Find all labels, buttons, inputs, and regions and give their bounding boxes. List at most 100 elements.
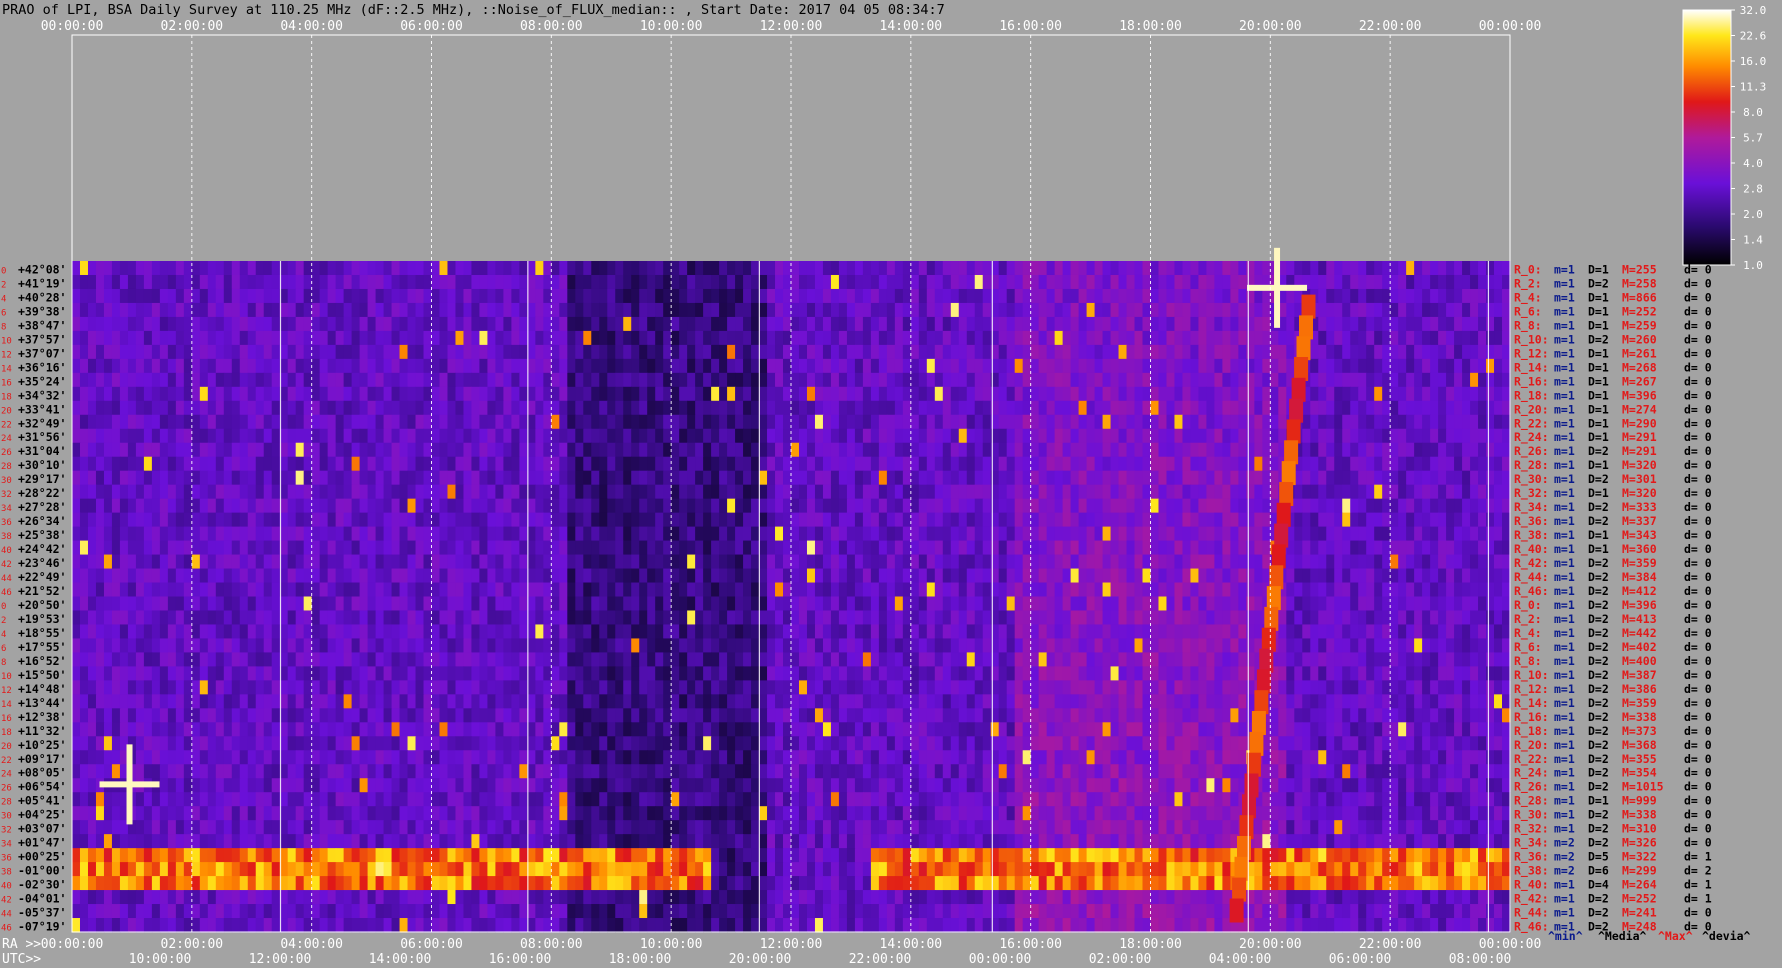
heatmap-cell [894, 624, 904, 640]
heatmap-cell [127, 610, 137, 626]
heatmap-cell [1214, 512, 1223, 528]
heatmap-cell [431, 596, 441, 612]
heatmap-cell [623, 540, 632, 556]
heatmap-cell [1262, 512, 1271, 528]
heatmap-cell [743, 302, 752, 318]
heatmap-cell [862, 288, 872, 304]
heatmap-cell [655, 372, 664, 388]
heatmap-cell [311, 316, 321, 332]
heatmap-cell [1054, 610, 1064, 626]
heatmap-cell [479, 540, 489, 556]
heatmap-cell [838, 344, 848, 360]
heatmap-cell [1062, 330, 1072, 346]
heatmap-cell [623, 414, 632, 430]
heatmap-cell [830, 330, 840, 346]
heatmap-cell [862, 400, 872, 416]
heatmap-cell [1174, 554, 1184, 570]
heatmap-cell [255, 526, 265, 542]
heatmap-cell [287, 638, 297, 654]
heatmap-cell [167, 484, 177, 500]
heatmap-cell [1470, 568, 1479, 584]
heatmap-cell [1334, 288, 1343, 304]
heatmap-cell [1390, 386, 1399, 402]
heatmap-cell [679, 344, 688, 360]
heatmap-cell [1374, 344, 1383, 360]
heatmap-cell [942, 414, 952, 430]
heatmap-cell [215, 358, 225, 374]
heatmap-cell [519, 456, 528, 472]
heatmap-cell [319, 484, 329, 500]
heatmap-cell [1222, 358, 1231, 374]
heatmap-cell [1382, 316, 1391, 332]
heatmap-cell [719, 288, 728, 304]
heatmap-cell [1454, 456, 1463, 472]
heatmap-cell [343, 288, 353, 304]
heatmap-cell [1206, 372, 1216, 388]
heatmap-cell [79, 596, 89, 612]
heatmap-cell [902, 428, 912, 444]
heatmap-cell [1262, 526, 1271, 542]
heatmap-cell [918, 344, 928, 360]
heatmap-cell [479, 624, 489, 640]
heatmap-cell [1446, 316, 1455, 332]
heatmap-cell [111, 568, 121, 584]
heatmap-cell [1030, 400, 1040, 416]
heatmap-cell [639, 610, 648, 626]
heatmap-cell [703, 470, 712, 486]
heatmap-cell [103, 414, 113, 430]
heatmap-cell [886, 526, 896, 542]
heatmap-cell [1254, 456, 1263, 472]
heatmap-cell [191, 261, 201, 276]
heatmap-cell [1366, 302, 1375, 318]
heatmap-cell [918, 442, 928, 458]
heatmap-cell [806, 400, 816, 416]
heatmap-cell [1462, 540, 1471, 556]
heatmap-cell [862, 302, 872, 318]
heatmap-cell [207, 638, 217, 654]
heatmap-cell [351, 386, 361, 402]
heatmap-cell [287, 288, 297, 304]
heatmap-cell [615, 330, 624, 346]
heatmap-cell [1446, 428, 1455, 444]
heatmap-cell [982, 582, 992, 598]
heatmap-cell [135, 316, 145, 332]
heatmap-cell [343, 582, 353, 598]
heatmap-cell [95, 274, 105, 290]
heatmap-cell [311, 624, 321, 640]
heatmap-cell [1382, 568, 1391, 584]
heatmap-cell [575, 582, 584, 598]
heatmap-cell [535, 330, 544, 346]
heatmap-cell [567, 442, 576, 458]
heatmap-cell [391, 540, 401, 556]
heatmap-cell [103, 442, 113, 458]
heatmap-cell [1030, 428, 1040, 444]
heatmap-cell [918, 582, 928, 598]
heatmap-cell [1254, 414, 1263, 430]
heatmap-cell [215, 540, 225, 556]
heatmap-cell [127, 261, 137, 276]
heatmap-cell [527, 261, 536, 276]
heatmap-cell [671, 498, 680, 514]
heatmap-cell [487, 372, 497, 388]
heatmap-cell [719, 498, 728, 514]
heatmap-cell [591, 330, 600, 346]
heatmap-cell [1350, 442, 1359, 458]
heatmap-cell [327, 624, 337, 640]
heatmap-cell [1238, 596, 1247, 612]
heatmap-cell [822, 261, 832, 276]
heatmap-cell [886, 456, 896, 472]
heatmap-cell [551, 456, 560, 472]
heatmap-cell [647, 442, 656, 458]
heatmap-cell [751, 624, 760, 640]
heatmap-cell [79, 610, 89, 626]
heatmap-cell [207, 302, 217, 318]
heatmap-cell [918, 456, 928, 472]
heatmap-cell [551, 582, 560, 598]
heatmap-cell [399, 610, 409, 626]
heatmap-cell [607, 512, 616, 528]
heatmap-cell [695, 274, 704, 290]
heatmap-cell [838, 484, 848, 500]
heatmap-cell [1502, 610, 1511, 626]
heatmap-cell [910, 512, 920, 528]
heatmap-cell [631, 274, 640, 290]
